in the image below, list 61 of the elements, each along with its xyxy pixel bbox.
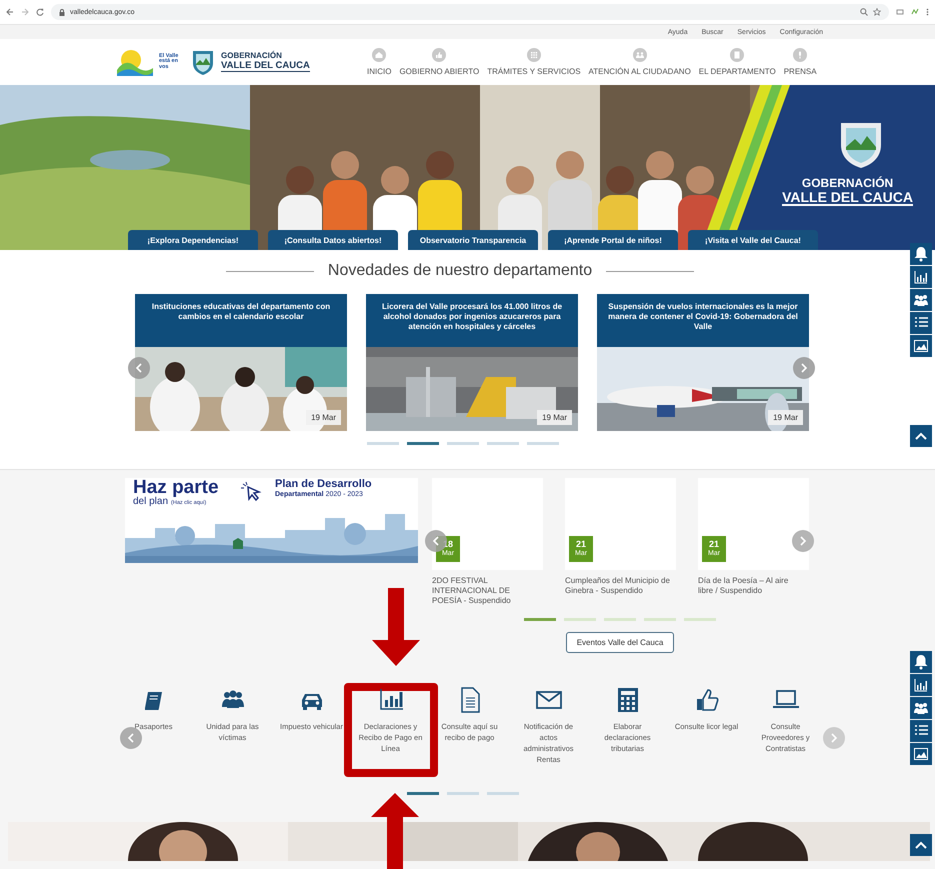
nav-link[interactable]: ATENCIÓN AL CIUDADANO [588,48,691,76]
thumb-icon [432,48,446,62]
lock-icon [59,8,65,16]
sidebar-button[interactable] [910,266,932,288]
reload-icon[interactable] [36,8,44,16]
sidebar-button[interactable] [910,312,932,334]
section-title: Novedades de nuestro departamento [328,262,592,280]
banner-subline: del plan [133,496,168,507]
event-day: 21 [708,540,719,550]
date-label: 19 Mar [537,410,572,425]
sidebar-button[interactable] [910,674,932,696]
sidebar-button[interactable] [910,289,932,311]
back-icon[interactable] [6,8,14,16]
banner-tab-button[interactable]: ¡Aprende Portal de niños! [548,230,678,250]
banner-tab-button[interactable]: ¡Consulta Datos abiertos! [268,230,398,250]
building-icon [730,48,744,62]
nav-link[interactable]: GOBIERNO ABIERTO [399,48,480,76]
sun-hill-logo-icon[interactable] [117,48,153,76]
banner-tab-button[interactable]: ¡Visita el Valle del Cauca! [688,230,818,250]
chevron-up-icon [915,432,927,440]
cursor-icon [240,481,262,503]
news-headline[interactable]: Instituciones educativas del departamento con cambios en el calendario escolar [135,294,347,347]
banner-title: VALLE DEL CAUCA [782,190,913,206]
scroll-top-button[interactable] [910,425,932,447]
sidebar-button[interactable] [910,335,932,357]
news-headline[interactable]: Licorera del Valle procesará los 41.000 litros de alcohol donados por ingenios azucareros para atención en hospitales y cárceles [366,294,578,347]
nav-link[interactable]: INICIO [367,48,392,76]
banner-tab-button[interactable]: Observatorio Transparencia [408,230,538,250]
search-icon[interactable] [860,8,868,16]
home-icon [372,48,386,62]
event-day: 21 [576,540,586,550]
event-day: 18 [442,540,453,550]
news-headline[interactable]: Suspensión de vuelos internacionales es la mejor manera de contener el Covid-19: Gobernadora del Valle [597,294,809,347]
shield-logo-icon[interactable] [191,48,215,76]
sidebar-button[interactable] [910,720,932,742]
banner-title: GOBERNACIÓN [802,177,894,190]
date-label: 19 Mar [768,410,803,425]
forward-icon[interactable] [21,8,29,16]
sidebar-button[interactable] [910,743,932,765]
events-button[interactable]: Eventos Valle del Cauca [566,632,674,653]
more-icon[interactable] [926,8,929,16]
banner-tab-button[interactable]: ¡Explora Dependencias! [128,230,258,250]
event-title[interactable]: Cumpleaños del Municipio de Ginebra - Suspendido [565,576,676,596]
sidebar-button[interactable] [910,243,932,265]
banner-headline: Haz parte [133,478,219,497]
sidebar-button[interactable] [910,697,932,719]
nav-link[interactable]: PRENSA [784,48,817,76]
grid-icon [526,48,541,62]
banner-title: Plan de Desarrollo [275,479,372,491]
nav-link[interactable]: EL DEPARTAMENTO [698,48,776,76]
star-icon[interactable] [873,8,881,16]
logo-title-text: VALLE DEL CAUCA [221,60,310,72]
event-title[interactable]: Día de la Poesía – Al aire libre / Suspendido [698,576,809,596]
people-icon [632,48,647,62]
chevron-up-icon [915,841,927,849]
sidebar-button[interactable] [910,651,932,673]
nav-link[interactable]: TRÁMITES Y SERVICIOS [487,48,581,76]
event-title[interactable]: 2DO FESTIVAL INTERNACIONAL DE POESÍA - Suspendido [432,576,543,606]
date-label: 19 Mar [306,410,341,425]
scroll-top-button[interactable] [910,834,932,856]
logo-title-text: GOBERNACIÓN [221,52,283,61]
